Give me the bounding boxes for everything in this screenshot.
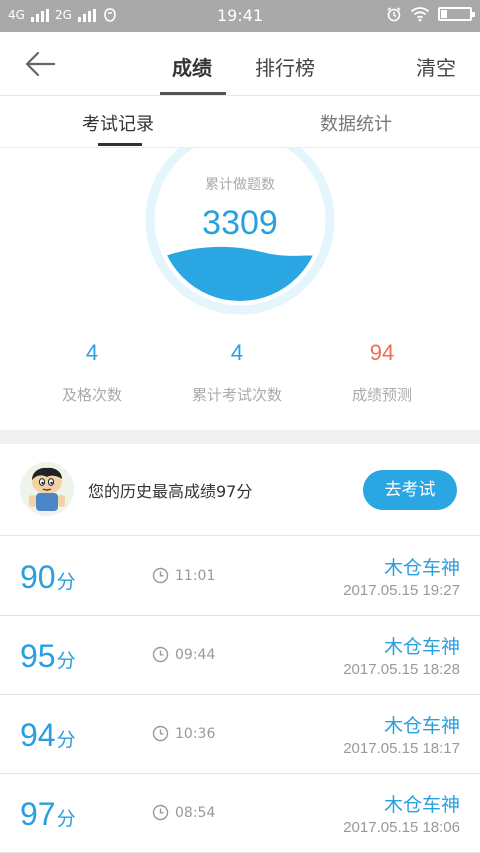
top-nav: 成绩 排行榜 清空 <box>0 32 480 96</box>
record-date: 2017.05.15 18:17 <box>343 740 460 757</box>
active-subtab-indicator <box>98 143 142 146</box>
stat-label: 及格次数 <box>61 386 122 404</box>
score-unit: 分 <box>56 651 76 672</box>
status-right <box>386 6 475 22</box>
take-exam-button[interactable]: 去考试 <box>363 470 457 510</box>
record-user-name: 木仓车神 <box>383 794 460 816</box>
tab-ranking[interactable]: 排行榜 <box>255 52 315 81</box>
record-score: 97分 <box>20 796 76 833</box>
score-unit: 分 <box>56 809 76 830</box>
record-score: 90分 <box>20 559 76 596</box>
clock-icon <box>152 725 169 742</box>
wifi-icon <box>410 7 430 22</box>
status-bar: 4G 2G 19:41 <box>0 0 480 32</box>
record-duration: 08:54 <box>152 804 215 821</box>
score-number: 97 <box>20 796 56 832</box>
score-number: 95 <box>20 638 56 674</box>
record-duration: 10:36 <box>152 725 215 742</box>
clock-icon <box>152 804 169 821</box>
section-divider <box>0 430 480 444</box>
duration-text: 10:36 <box>175 725 216 742</box>
best-score-bar: 您的历史最高成绩97分 去考试 <box>0 444 480 536</box>
record-duration: 09:44 <box>152 646 215 663</box>
record-user-name: 木仓车神 <box>383 557 460 579</box>
tab-exam-records[interactable]: 考试记录 <box>82 110 154 136</box>
score-number: 94 <box>20 717 56 753</box>
stat-value: 94 <box>369 340 395 365</box>
duration-text: 09:44 <box>175 646 216 663</box>
score-number: 90 <box>20 559 56 595</box>
record-row[interactable]: 97分 08:54 木仓车神 2017.05.15 18:06 <box>0 774 480 853</box>
avatar <box>20 462 74 516</box>
stat-label: 成绩预测 <box>351 386 412 404</box>
record-score: 94分 <box>20 717 76 754</box>
record-score: 95分 <box>20 638 76 675</box>
record-duration: 11:01 <box>152 567 215 584</box>
stat-value: 4 <box>230 340 244 365</box>
tab-data-stats[interactable]: 数据统计 <box>320 110 392 136</box>
alarm-icon <box>387 7 401 22</box>
gauge-label: 累计做题数 <box>205 177 275 193</box>
record-row[interactable]: 94分 10:36 木仓车神 2017.05.15 18:17 <box>0 695 480 774</box>
record-date: 2017.05.15 18:06 <box>343 819 460 836</box>
summary-panel: 累计做题数 3309 4 及格次数 4 累计考试次数 94 成绩预测 <box>0 148 480 430</box>
record-user-name: 木仓车神 <box>383 636 460 658</box>
duration-text: 08:54 <box>175 804 216 821</box>
best-score-text: 您的历史最高成绩97分 <box>88 482 253 501</box>
record-user-name: 木仓车神 <box>383 715 460 737</box>
duration-text: 11:01 <box>175 567 216 584</box>
stat-score-prediction: 94 成绩预测 <box>302 340 462 405</box>
stat-value: 4 <box>85 340 99 365</box>
record-row[interactable]: 90分 11:01 木仓车神 2017.05.15 19:27 <box>0 537 480 616</box>
stat-pass-count: 4 及格次数 <box>12 340 172 405</box>
tab-score[interactable]: 成绩 <box>172 52 212 81</box>
battery-icon <box>438 7 475 21</box>
record-date: 2017.05.15 19:27 <box>343 582 460 599</box>
stat-exam-count: 4 累计考试次数 <box>157 340 317 405</box>
gauge-value: 3309 <box>202 204 278 242</box>
clear-button[interactable]: 清空 <box>416 52 456 81</box>
clock-icon <box>152 567 169 584</box>
cartoon-avatar-icon <box>29 467 65 511</box>
back-arrow-icon[interactable] <box>20 46 60 82</box>
sub-tabs: 考试记录 数据统计 <box>0 96 480 148</box>
record-date: 2017.05.15 18:28 <box>343 661 460 678</box>
score-unit: 分 <box>56 730 76 751</box>
active-tab-indicator <box>160 92 226 95</box>
stat-label: 累计考试次数 <box>191 386 282 404</box>
record-row[interactable]: 95分 09:44 木仓车神 2017.05.15 18:28 <box>0 616 480 695</box>
clock-icon <box>152 646 169 663</box>
score-unit: 分 <box>56 572 76 593</box>
